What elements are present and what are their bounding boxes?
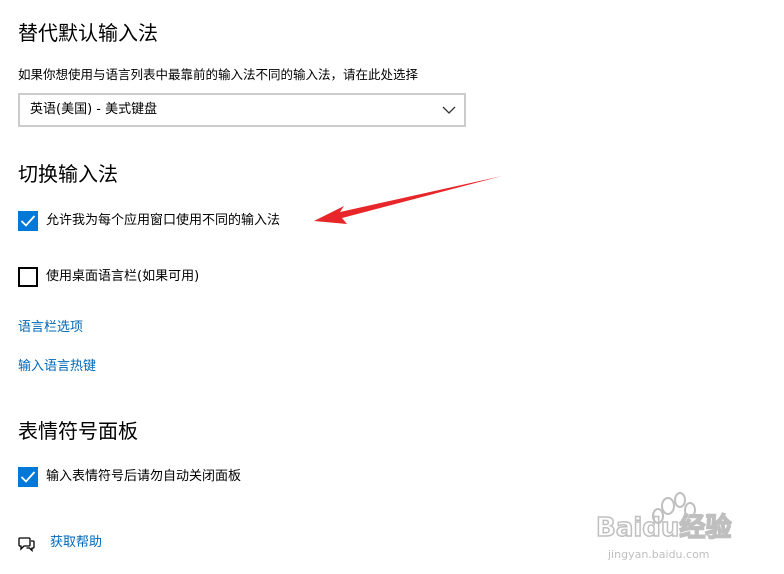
emoji-close-label: 输入表情符号后请勿自动关闭面板 xyxy=(46,469,242,484)
default-input-dropdown[interactable]: 英语(美国) - 美式键盘 xyxy=(18,93,466,127)
desktop-language-bar-label: 使用桌面语言栏(如果可用) xyxy=(46,269,200,284)
desktop-language-bar-checkbox[interactable] xyxy=(18,267,38,287)
default-input-description: 如果你想使用与语言列表中最靠前的输入法不同的输入法，请在此处选择 xyxy=(18,67,419,82)
watermark-brand-text: Baidu经验 xyxy=(596,512,731,543)
watermark-url-text: jingyan.baidu.com xyxy=(607,548,710,561)
red-arrow-annotation xyxy=(314,176,502,224)
emoji-panel-title: 表情符号面板 xyxy=(18,419,138,443)
default-input-title: 替代默认输入法 xyxy=(18,21,158,45)
per-app-input-checkbox[interactable] xyxy=(18,211,38,231)
get-help-link[interactable]: 获取帮助 xyxy=(50,534,102,552)
switch-input-title: 切换输入法 xyxy=(18,162,118,186)
checkmark-icon xyxy=(20,471,36,483)
language-bar-options-link[interactable]: 语言栏选项 xyxy=(18,319,83,337)
emoji-close-checkbox[interactable] xyxy=(18,467,38,487)
baidu-watermark-logo: Baidu经验 jingyan.baidu.com xyxy=(595,492,732,561)
input-language-hotkeys-link[interactable]: 输入语言热键 xyxy=(18,358,96,376)
chevron-down-icon xyxy=(442,106,456,114)
help-chat-icon xyxy=(18,537,35,553)
checkmark-icon xyxy=(20,215,36,227)
per-app-input-label: 允许我为每个应用窗口使用不同的输入法 xyxy=(46,213,281,228)
dropdown-selected-value: 英语(美国) - 美式键盘 xyxy=(30,102,158,117)
settings-page: 替代默认输入法 如果你想使用与语言列表中最靠前的输入法不同的输入法，请在此处选择… xyxy=(0,0,784,574)
